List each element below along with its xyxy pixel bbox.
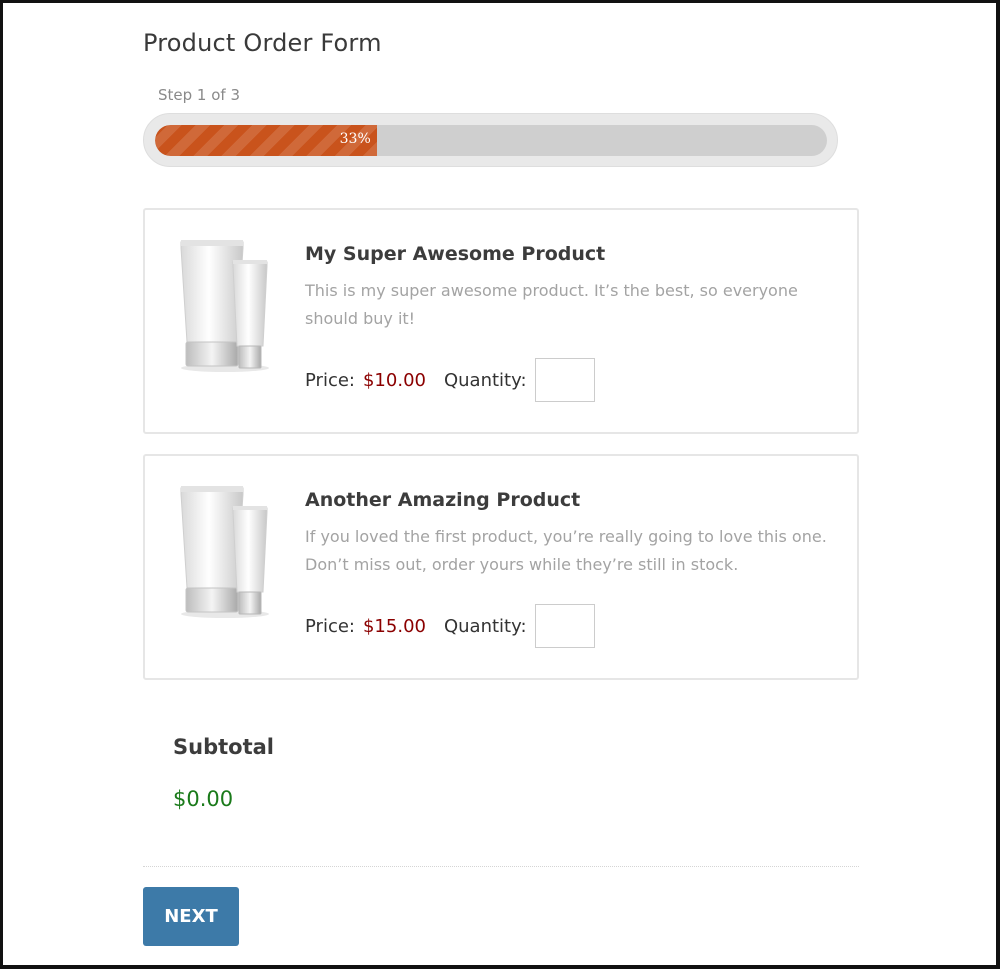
product-info: Another Amazing Product If you loved the…	[305, 489, 845, 579]
progress-bar: 33%	[143, 113, 838, 167]
product-info: My Super Awesome Product This is my supe…	[305, 243, 845, 333]
quantity-label: Quantity:	[443, 369, 527, 391]
progress-fill: 33%	[155, 125, 377, 156]
price-label: Price:	[305, 369, 355, 391]
price-row: Price: $15.00 Quantity:	[305, 604, 595, 648]
quantity-input[interactable]	[534, 604, 595, 648]
product-card: My Super Awesome Product This is my supe…	[143, 208, 859, 434]
price-row: Price: $10.00 Quantity:	[305, 358, 595, 402]
product-description: This is my super awesome product. It’s t…	[305, 281, 798, 328]
progress-percent-label: 33%	[339, 131, 371, 147]
subtotal-label: Subtotal	[173, 735, 274, 759]
product-card: Another Amazing Product If you loved the…	[143, 454, 859, 680]
product-tubes-icon	[180, 240, 269, 372]
quantity-label: Quantity:	[443, 615, 527, 637]
price-value: $15.00	[362, 615, 426, 637]
subtotal-value: $0.00	[173, 787, 234, 811]
next-button[interactable]: NEXT	[143, 887, 239, 946]
product-description: If you loved the first product, you’re r…	[305, 527, 827, 574]
product-tubes-icon	[180, 486, 269, 618]
product-name: My Super Awesome Product	[305, 243, 606, 265]
price-label: Price:	[305, 615, 355, 637]
form-title: Product Order Form	[143, 29, 382, 57]
divider	[143, 866, 859, 867]
progress-track: 33%	[155, 125, 827, 156]
product-name: Another Amazing Product	[305, 489, 581, 511]
price-value: $10.00	[362, 369, 426, 391]
quantity-input[interactable]	[534, 358, 595, 402]
step-indicator: Step 1 of 3	[158, 86, 241, 104]
